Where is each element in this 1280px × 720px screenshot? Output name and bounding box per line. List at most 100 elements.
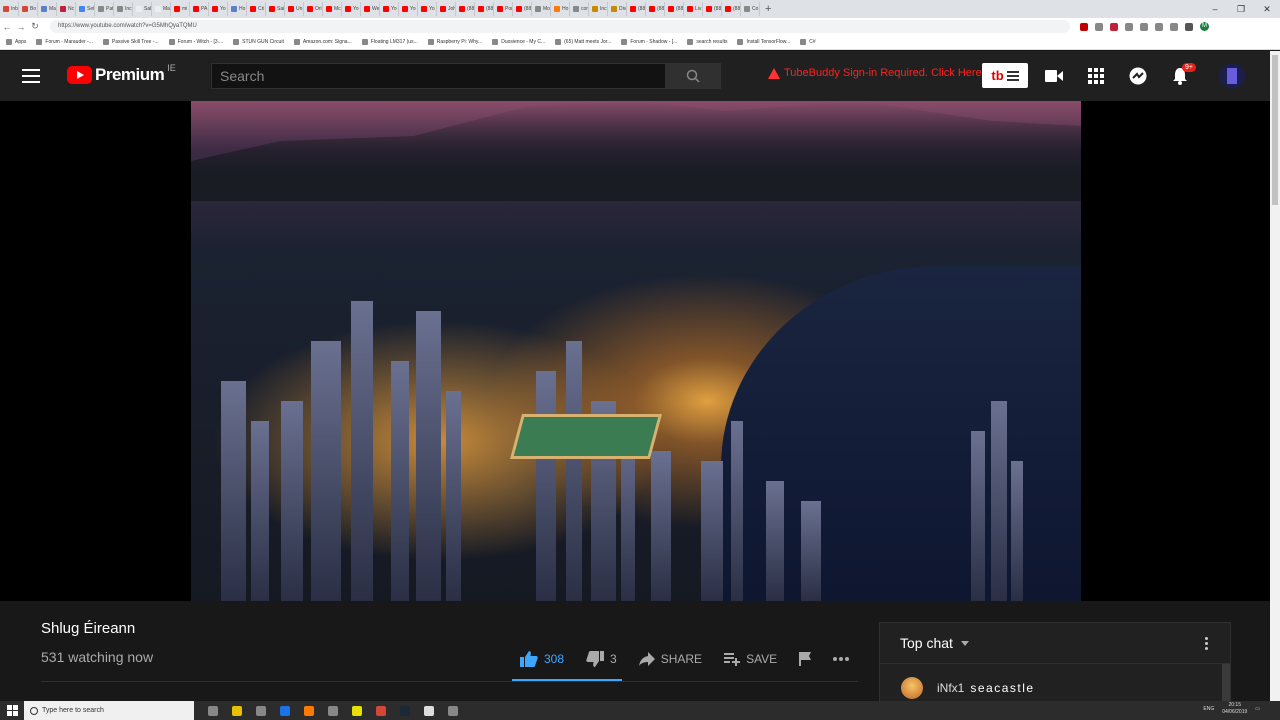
search-input[interactable]: Search (211, 63, 666, 89)
taskbar-app-icon[interactable] (372, 704, 389, 717)
avatar[interactable] (1219, 63, 1245, 89)
tubebuddy-warning[interactable]: TubeBuddy Sign-in Required. Click Here (768, 67, 982, 79)
bookmark-item[interactable]: Install TensorFlow... (737, 39, 790, 45)
page-scrollbar[interactable] (1270, 51, 1280, 701)
browser-tab[interactable]: Yo (399, 2, 418, 16)
save-button[interactable]: SAVE (724, 652, 777, 666)
bookmark-item[interactable]: C# (800, 39, 816, 45)
extension-icon[interactable] (1170, 22, 1178, 31)
new-tab-button[interactable]: + (760, 3, 776, 15)
taskbar-app-icon[interactable] (420, 704, 437, 717)
browser-tab[interactable]: Ho (551, 2, 570, 16)
forward-icon[interactable]: → (14, 22, 28, 32)
bookmark-item[interactable]: Forum - Witch - [3.... (168, 39, 223, 45)
windows-start-icon[interactable] (7, 705, 18, 716)
chat-author[interactable]: iNfx1 (937, 681, 964, 695)
tubebuddy-button[interactable]: tb (982, 63, 1028, 88)
extension-icon[interactable] (1125, 22, 1133, 31)
bookmark-item[interactable]: Passive Skill Tree -... (102, 39, 159, 45)
browser-tab[interactable]: Yo (418, 2, 437, 16)
share-button[interactable]: SHARE (638, 652, 702, 666)
taskbar-app-icon[interactable] (348, 704, 365, 717)
bookmark-item[interactable]: search results (687, 39, 727, 45)
extension-icon[interactable] (1140, 22, 1148, 31)
browser-tab[interactable]: (88 (722, 2, 741, 16)
browser-tab[interactable]: Inb (0, 2, 19, 16)
bookmark-item[interactable]: Apps (6, 39, 26, 45)
taskbar-app-icon[interactable] (228, 704, 245, 717)
browser-tab[interactable]: (88 (627, 2, 646, 16)
extension-icon[interactable] (1155, 22, 1163, 31)
taskbar-app-icon[interactable] (324, 704, 341, 717)
reload-icon[interactable]: ↻ (28, 21, 42, 32)
bookmark-item[interactable]: (65) Matt meets Jor... (555, 39, 611, 45)
like-button[interactable]: 308 (520, 651, 564, 667)
browser-tab[interactable]: Inc (114, 2, 133, 16)
browser-tab[interactable]: Un (285, 2, 304, 16)
taskbar-app-icon[interactable] (300, 704, 317, 717)
taskbar-app-icon[interactable] (444, 704, 461, 717)
browser-tab[interactable]: mi (171, 2, 190, 16)
scrollbar-thumb[interactable] (1272, 55, 1278, 205)
messages-icon[interactable] (1128, 66, 1148, 86)
taskbar-app-icon[interactable] (396, 704, 413, 717)
report-button[interactable] (799, 652, 812, 666)
bookmark-item[interactable]: Amazon.com: Signa... (293, 39, 352, 45)
browser-tab[interactable]: Ma (152, 2, 171, 16)
bookmark-item[interactable]: Duosience - My C... (492, 39, 545, 45)
browser-tab[interactable]: Joh (437, 2, 456, 16)
chat-mode-dropdown[interactable]: Top chat (880, 623, 1230, 664)
bookmark-item[interactable]: Forum - Marauder -... (36, 39, 93, 45)
browser-tab[interactable]: Ho (228, 2, 247, 16)
minimize-button[interactable]: – (1202, 0, 1228, 18)
browser-tab[interactable]: cor (570, 2, 589, 16)
browser-tab[interactable]: Bo (19, 2, 38, 16)
browser-tab[interactable]: (88 (646, 2, 665, 16)
more-actions-button[interactable] (833, 657, 850, 661)
language-indicator[interactable]: ENG (1203, 706, 1214, 712)
bookmark-item[interactable]: Forum - Shadow - [... (621, 39, 677, 45)
browser-tab[interactable]: Cri (247, 2, 266, 16)
taskbar-app-icon[interactable] (204, 704, 221, 717)
extension-icon[interactable] (1185, 22, 1193, 31)
browser-tab[interactable]: Div (608, 2, 627, 16)
browser-tab[interactable]: Set (76, 2, 95, 16)
bookmark-item[interactable]: Floating LM317 (us... (361, 39, 418, 45)
maximize-button[interactable]: ❐ (1228, 0, 1254, 18)
profile-icon[interactable]: M (1200, 22, 1209, 31)
browser-tab[interactable]: Yo (342, 2, 361, 16)
browser-tab[interactable]: Yo (380, 2, 399, 16)
browser-tab[interactable]: Mc (323, 2, 342, 16)
browser-tab[interactable]: Por (494, 2, 513, 16)
browser-tab[interactable]: (88 (703, 2, 722, 16)
chat-author-avatar[interactable] (901, 677, 923, 699)
back-icon[interactable]: ← (0, 22, 14, 32)
clock[interactable]: 20:15 04/06/2019 (1222, 702, 1247, 716)
video-frame[interactable] (191, 101, 1081, 601)
bookmark-item[interactable]: STUN GUN Circuit (233, 39, 284, 45)
taskbar-app-icon[interactable] (252, 704, 269, 717)
extension-icon[interactable] (1080, 22, 1088, 31)
browser-tab[interactable]: Ma (38, 2, 57, 16)
browser-tab[interactable]: Sai (266, 2, 285, 16)
url-input[interactable]: https://www.youtube.com/watch?v=G5MhQyaT… (50, 20, 1070, 33)
extension-icon[interactable] (1095, 22, 1103, 31)
bookmark-item[interactable]: Raspberry Pi: Why... (427, 39, 482, 45)
browser-tab[interactable]: PA (190, 2, 209, 16)
browser-tab[interactable]: Ori (304, 2, 323, 16)
browser-tab[interactable]: Co (741, 2, 760, 16)
browser-tab[interactable]: Nc (57, 2, 76, 16)
browser-tab[interactable]: Mo (532, 2, 551, 16)
extension-icon[interactable] (1110, 22, 1118, 31)
dislike-button[interactable]: 3 (586, 651, 617, 667)
video-player[interactable] (0, 101, 1270, 601)
chat-scrollbar[interactable] (1222, 664, 1230, 702)
browser-tab[interactable]: (88 (513, 2, 532, 16)
browser-tab[interactable]: (88 (456, 2, 475, 16)
browser-tab[interactable]: (88 (665, 2, 684, 16)
browser-tab[interactable]: (88 (475, 2, 494, 16)
browser-tab[interactable]: We (361, 2, 380, 16)
chat-menu-icon[interactable] (1205, 637, 1208, 650)
taskbar-search-input[interactable]: Type here to search (24, 701, 194, 720)
youtube-logo[interactable]: Premium IE (67, 63, 176, 85)
